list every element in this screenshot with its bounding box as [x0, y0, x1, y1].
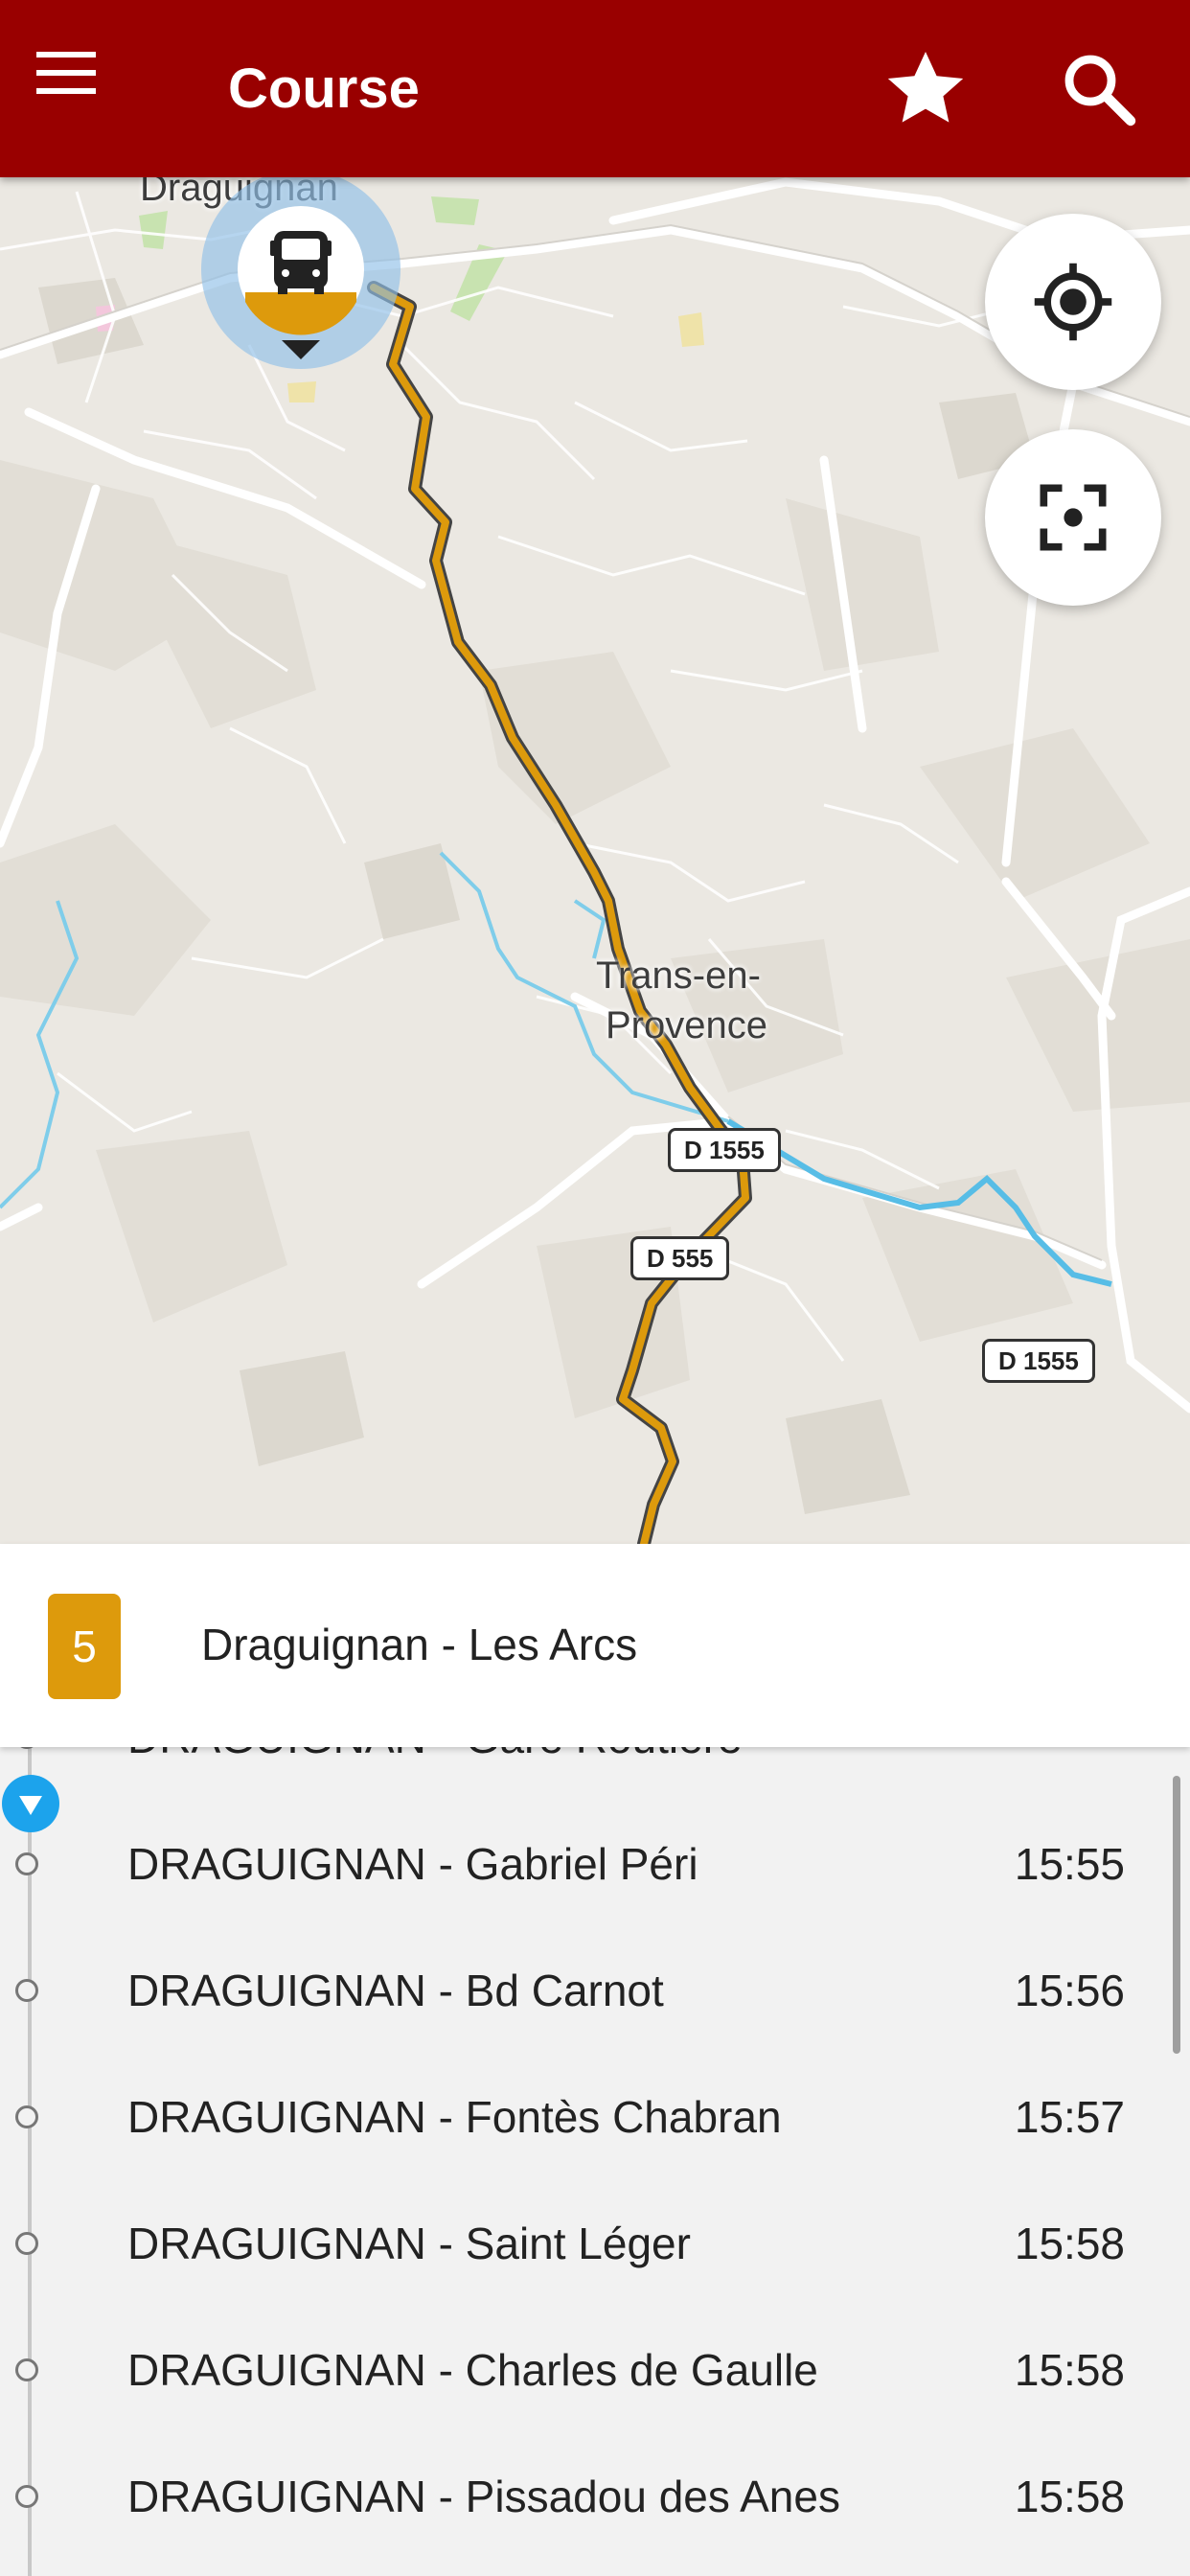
stop-time: 15:57 — [1014, 2092, 1125, 2142]
stop-row[interactable]: DRAGUIGNAN - Gare Routière - — [0, 1747, 1190, 1801]
star-icon — [887, 52, 964, 123]
bus-icon — [270, 231, 332, 294]
stop-time: 15:58 — [1014, 2345, 1125, 2395]
stop-name: DRAGUIGNAN - Bd Carnot — [127, 1966, 664, 2015]
stop-name: DRAGUIGNAN - Saint Léger — [127, 2219, 691, 2268]
map-label-trans-en-provence-line2: Provence — [606, 1004, 767, 1046]
stop-dot-icon — [15, 1852, 38, 1875]
line-number-badge: 5 — [48, 1594, 121, 1699]
stop-name: DRAGUIGNAN - Gabriel Péri — [127, 1839, 698, 1889]
my-location-button[interactable] — [985, 214, 1161, 390]
map-label-trans-en-provence-line1: Trans-en- — [596, 954, 761, 997]
search-icon — [1064, 55, 1136, 126]
stop-name: DRAGUIGNAN - Fontès Chabran — [127, 2092, 782, 2142]
stop-row[interactable]: DRAGUIGNAN - Fontès Chabran 15:57 — [0, 2054, 1190, 2180]
stop-row[interactable]: DRAGUIGNAN - Gabriel Péri 15:55 — [0, 1801, 1190, 1927]
stop-dot-icon — [15, 2105, 38, 2128]
stop-name: DRAGUIGNAN - Gare Routière — [127, 1747, 743, 1766]
stop-name: DRAGUIGNAN - Charles de Gaulle — [127, 2345, 818, 2395]
road-label-d555: D 555 — [630, 1236, 730, 1280]
stops-list[interactable]: DRAGUIGNAN - Gare Routière - DRAGUIGNAN … — [0, 1747, 1190, 2576]
menu-button[interactable] — [36, 50, 142, 126]
stop-name: DRAGUIGNAN - Pissadou des Anes — [127, 2472, 840, 2521]
map-view[interactable]: Draguignan Trans-en- Provence D 1555 D 5… — [0, 177, 1190, 1544]
stop-time: 15:58 — [1014, 2219, 1125, 2268]
scrollbar[interactable] — [1173, 1776, 1180, 2054]
page-title: Course — [228, 58, 420, 120]
stop-time: 15:55 — [1014, 1839, 1125, 1889]
my-location-icon — [1034, 263, 1112, 341]
stop-time: 15:58 — [1014, 2472, 1125, 2521]
recenter-button[interactable] — [985, 429, 1161, 606]
stop-dot-icon — [15, 2358, 38, 2381]
stop-row[interactable]: DRAGUIGNAN - Pissadou des Anes 15:58 — [0, 2433, 1190, 2560]
line-name: Draguignan - Les Arcs — [201, 1620, 638, 1669]
stop-dot-icon — [15, 1747, 38, 1749]
stop-row[interactable]: DRAGUIGNAN - Saint Léger 15:58 — [0, 2180, 1190, 2307]
stop-row[interactable]: DRAGUIGNAN - Charles de Gaulle 15:58 — [0, 2307, 1190, 2433]
stop-dot-icon — [15, 2232, 38, 2255]
stop-time: 15:56 — [1014, 1966, 1125, 2015]
bus-position-marker[interactable] — [199, 170, 402, 380]
stop-row[interactable]: DRAGUIGNAN - Bd Carnot 15:56 — [0, 1927, 1190, 2054]
search-button[interactable] — [1054, 44, 1146, 136]
recenter-icon — [1040, 484, 1107, 551]
favorite-button[interactable] — [880, 42, 972, 134]
road-label-d1555: D 1555 — [668, 1128, 781, 1172]
stop-time: - — [1110, 1747, 1125, 1766]
stop-dot-icon — [15, 1979, 38, 2002]
road-label-d1555-east: D 1555 — [982, 1339, 1095, 1383]
app-bar: Course — [0, 0, 1190, 177]
line-header[interactable]: 5 Draguignan - Les Arcs — [0, 1544, 1190, 1747]
stop-dot-icon — [15, 2485, 38, 2508]
menu-icon — [36, 52, 96, 94]
